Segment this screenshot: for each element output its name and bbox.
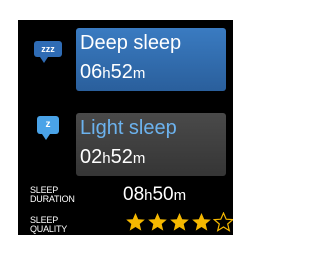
sleep-quality-label: SLEEP QUALITY: [30, 215, 68, 234]
light-sleep-value: 02h52m: [80, 146, 146, 168]
deep-sleep-value: 06h52m: [80, 61, 146, 83]
star-filled-icon: [126, 213, 145, 231]
star-filled-icon: [170, 213, 189, 231]
star-filled-icon: [148, 213, 167, 231]
star-empty-icon: [213, 212, 233, 232]
sleep-duration-value: 08h50m: [123, 184, 187, 205]
deep-sleep-bubble: zzz: [34, 41, 62, 57]
light-sleep-title: Light sleep: [80, 117, 177, 139]
sleep-quality-rating: [125, 212, 233, 232]
deep-sleep-card[interactable]: Deep sleep 06h52m: [76, 28, 226, 91]
light-sleep-bubble: z: [37, 116, 59, 134]
deep-sleep-title: Deep sleep: [80, 32, 182, 54]
sleep-duration-label: SLEEP DURATION: [30, 185, 75, 204]
light-sleep-card[interactable]: Light sleep 02h52m: [76, 113, 226, 176]
light-sleep-icon: z: [37, 116, 59, 140]
deep-sleep-icon: zzz: [34, 41, 62, 63]
star-filled-icon: [192, 213, 211, 231]
sleep-summary-screen: zzz Deep sleep 06h52m z Light sleep 02h5…: [18, 20, 233, 235]
